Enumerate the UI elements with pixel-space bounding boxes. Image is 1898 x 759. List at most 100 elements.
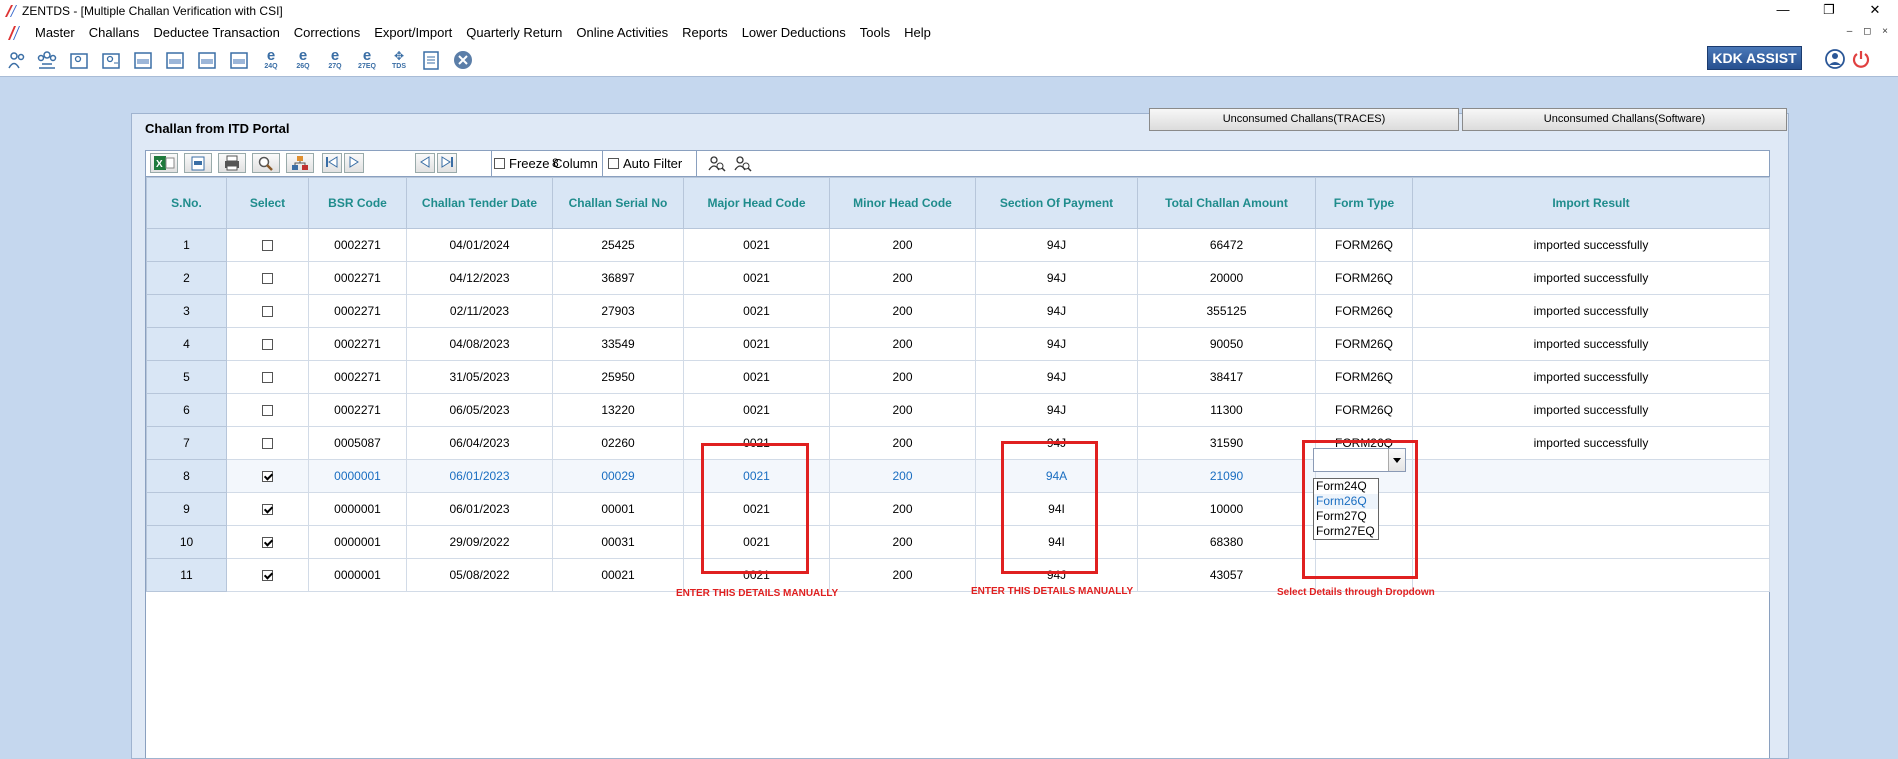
row-select-checkbox[interactable]	[262, 405, 273, 417]
col-total-challan-amount[interactable]: Total Challan Amount	[1137, 177, 1316, 229]
col-challan-serial-no[interactable]: Challan Serial No	[552, 177, 684, 229]
col-form-type[interactable]: Form Type	[1315, 177, 1413, 229]
close-circle-icon[interactable]	[452, 49, 474, 71]
excel-export-icon[interactable]: X	[150, 153, 178, 173]
row-select-checkbox[interactable]	[262, 438, 273, 450]
hierarchy-icon[interactable]	[286, 153, 314, 173]
table-row[interactable]: 8 0000001 06/01/2023 00029 0021 200 94A 21090	[146, 459, 1770, 493]
cell-form-type[interactable]: FORM26Q	[1315, 228, 1413, 262]
row-select-checkbox[interactable]	[262, 273, 273, 285]
cell-form-type[interactable]: FORM26Q	[1315, 327, 1413, 361]
menu-challans[interactable]: Challans	[82, 22, 147, 44]
kdk-assist-button[interactable]: KDK ASSIST	[1707, 46, 1802, 70]
col-sno[interactable]: S.No.	[146, 177, 227, 229]
menu-reports[interactable]: Reports	[675, 22, 735, 44]
find-user-2-icon[interactable]	[732, 154, 752, 174]
print-icon[interactable]	[218, 153, 246, 173]
first-page-icon[interactable]	[322, 153, 342, 173]
restore-button[interactable]: ❐	[1806, 0, 1852, 22]
freeze-column-toggle[interactable]: Freeze Column	[494, 156, 598, 171]
table-row[interactable]: 10 0000001 29/09/2022 00031 0021 200 94I 68380	[146, 525, 1770, 559]
24q-icon[interactable]	[132, 49, 154, 71]
cell-sno: 7	[146, 426, 227, 460]
app-menu-icon[interactable]	[6, 25, 22, 41]
table-row[interactable]: 5 0002271 31/05/2023 25950 0021 200 94J 38417 FO…	[146, 360, 1770, 394]
mdi-controls[interactable]: – ◻ ×	[1847, 26, 1892, 37]
menu-tools[interactable]: Tools	[853, 22, 897, 44]
row-select-checkbox[interactable]	[262, 240, 273, 252]
menu-master[interactable]: Master	[28, 22, 82, 44]
cell-form-type[interactable]: FORM26Q	[1315, 261, 1413, 295]
col-challan-tender-date[interactable]: Challan Tender Date	[406, 177, 553, 229]
table-row[interactable]: 6 0002271 06/05/2023 13220 0021 200 94J 11300 FO…	[146, 393, 1770, 427]
find-user-icon[interactable]	[706, 154, 726, 174]
col-minor-head-code[interactable]: Minor Head Code	[829, 177, 976, 229]
svg-text:X: X	[156, 159, 163, 170]
table-row[interactable]: 11 0000001 05/08/2022 00021 0021 200 94J 43057	[146, 558, 1770, 592]
power-icon[interactable]	[1850, 48, 1872, 70]
e26q-icon[interactable]: e 26Q	[292, 48, 314, 71]
deductee-2-icon[interactable]	[100, 49, 122, 71]
table-row[interactable]: 7 0005087 06/04/2023 02260 0021 200 94J 31590 FO…	[146, 426, 1770, 460]
26q-icon[interactable]	[164, 49, 186, 71]
tds-icon[interactable]: ✥ TDS	[388, 49, 410, 71]
auto-filter-toggle[interactable]: Auto Filter	[608, 156, 682, 171]
group-icon[interactable]	[36, 49, 58, 71]
e27eq-icon[interactable]: e 27EQ	[356, 48, 378, 71]
csv-export-icon[interactable]	[184, 153, 212, 173]
menu-lower-deductions[interactable]: Lower Deductions	[735, 22, 853, 44]
cell-bsr-code: 0000001	[308, 459, 407, 493]
e24q-icon[interactable]: e 24Q	[260, 48, 282, 71]
cell-minor-head-code: 200	[829, 558, 976, 592]
user-icon[interactable]	[1824, 48, 1846, 70]
table-row[interactable]: 3 0002271 02/11/2023 27903 0021 200 94J 355125 F…	[146, 294, 1770, 328]
menu-export-import[interactable]: Export/Import	[367, 22, 459, 44]
freeze-column-checkbox[interactable]	[494, 158, 505, 169]
row-select-checkbox[interactable]	[262, 471, 273, 483]
col-bsr-code[interactable]: BSR Code	[308, 177, 407, 229]
people-icon[interactable]	[6, 49, 28, 71]
menu-quarterly-return[interactable]: Quarterly Return	[459, 22, 569, 44]
search-icon[interactable]	[252, 153, 280, 173]
cell-section-of-payment: 94J	[975, 393, 1138, 427]
deductee-icon[interactable]	[68, 49, 90, 71]
unconsumed-challans-traces-button[interactable]: Unconsumed Challans(TRACES)	[1149, 108, 1459, 131]
row-select-checkbox[interactable]	[262, 537, 273, 549]
col-select[interactable]: Select	[226, 177, 309, 229]
row-select-checkbox[interactable]	[262, 570, 273, 582]
row-select-checkbox[interactable]	[262, 306, 273, 318]
table-row[interactable]: 4 0002271 04/08/2023 33549 0021 200 94J 90050 FO…	[146, 327, 1770, 361]
row-select-checkbox[interactable]	[262, 372, 273, 384]
cell-major-head-code: 0021	[683, 228, 830, 262]
cell-form-type[interactable]: FORM26Q	[1315, 360, 1413, 394]
table-header: S.No. Select BSR Code Challan Tender Dat…	[146, 177, 1770, 229]
cell-form-type[interactable]: FORM26Q	[1315, 393, 1413, 427]
menu-corrections[interactable]: Corrections	[287, 22, 367, 44]
menu-deductee-transaction[interactable]: Deductee Transaction	[146, 22, 286, 44]
table-row[interactable]: 9 0000001 06/01/2023 00001 0021 200 94I 10000	[146, 492, 1770, 526]
col-section-of-payment[interactable]: Section Of Payment	[975, 177, 1138, 229]
last-page-icon[interactable]	[437, 153, 457, 173]
27q-icon[interactable]	[196, 49, 218, 71]
close-button[interactable]: ✕	[1852, 0, 1898, 22]
row-select-checkbox[interactable]	[262, 504, 273, 516]
minimize-button[interactable]: —	[1760, 0, 1806, 22]
title-bar: ZENTDS - [Multiple Challan Verification …	[0, 0, 1898, 22]
col-import-result[interactable]: Import Result	[1412, 177, 1770, 229]
table-row[interactable]: 2 0002271 04/12/2023 36897 0021 200 94J 20000 FO…	[146, 261, 1770, 295]
table-row[interactable]: 1 0002271 04/01/2024 25425 0021 200 94J 66472 FO…	[146, 228, 1770, 262]
report-icon[interactable]	[420, 49, 442, 71]
cell-form-type[interactable]: FORM26Q	[1315, 294, 1413, 328]
unconsumed-challans-software-button[interactable]: Unconsumed Challans(Software)	[1462, 108, 1787, 131]
auto-filter-checkbox[interactable]	[608, 158, 619, 169]
next-page-icon[interactable]	[344, 153, 364, 173]
previous-page-icon[interactable]	[415, 153, 435, 173]
cell-sno: 9	[146, 492, 227, 526]
row-select-checkbox[interactable]	[262, 339, 273, 351]
e27q-icon[interactable]: e 27Q	[324, 48, 346, 71]
menu-help[interactable]: Help	[897, 22, 938, 44]
menu-online-activities[interactable]: Online Activities	[569, 22, 675, 44]
col-major-head-code[interactable]: Major Head Code	[683, 177, 830, 229]
cell-sno: 5	[146, 360, 227, 394]
27eq-icon[interactable]	[228, 49, 250, 71]
